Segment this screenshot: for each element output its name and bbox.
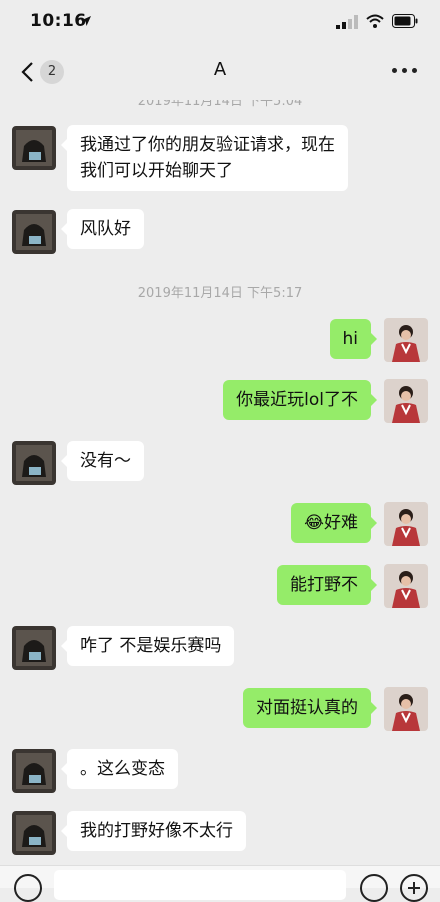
battery-icon	[392, 14, 418, 28]
received-message[interactable]: 风队好	[61, 209, 144, 249]
contact-avatar[interactable]	[12, 749, 56, 793]
received-message[interactable]: 我的打野好像不太行	[61, 811, 246, 851]
wifi-icon	[366, 14, 384, 28]
sent-message[interactable]: 对面挺认真的	[243, 688, 377, 728]
input-bar	[0, 865, 440, 902]
received-message[interactable]: 我通过了你的朋友验证请求，现在 我们可以开始聊天了	[61, 125, 348, 191]
user-avatar[interactable]	[384, 502, 428, 546]
user-avatar[interactable]	[384, 687, 428, 731]
signal-icon	[336, 15, 358, 29]
contact-avatar[interactable]	[12, 811, 56, 855]
chat-title: A	[213, 59, 227, 80]
received-message[interactable]: 没有～	[61, 441, 144, 481]
message-input[interactable]	[54, 870, 346, 900]
timestamp: 2019年11月14日 下午5:04	[137, 100, 303, 109]
plus-icon[interactable]	[400, 874, 428, 902]
user-avatar[interactable]	[384, 564, 428, 608]
sent-message[interactable]: hi	[329, 319, 377, 359]
contact-avatar[interactable]	[12, 126, 56, 170]
message-list[interactable]: 2019年11月14日 下午5:04 我通过了你的朋友验证请求，现在 我们可以开…	[0, 100, 440, 865]
status-bar: 10:16	[0, 0, 440, 44]
location-arrow-icon	[81, 16, 91, 26]
received-message[interactable]: 咋了 不是娱乐赛吗	[60, 626, 235, 666]
voice-icon[interactable]	[14, 874, 42, 902]
contact-avatar[interactable]	[12, 441, 56, 485]
more-icon	[392, 68, 397, 73]
status-time: 10:16	[30, 11, 87, 31]
laughing-emoji: 😂	[304, 513, 324, 533]
timestamp: 2019年11月14日 下午5:17	[137, 286, 303, 301]
sent-message[interactable]: 😂好难	[291, 503, 377, 543]
user-avatar[interactable]	[384, 318, 428, 362]
more-options-button[interactable]	[392, 60, 418, 80]
chat-nav-bar: 2 A	[0, 44, 440, 100]
sent-message[interactable]: 能打野不	[277, 565, 377, 605]
user-avatar[interactable]	[384, 379, 428, 423]
contact-avatar[interactable]	[12, 210, 56, 254]
received-message[interactable]: 。这么变态	[61, 749, 178, 789]
emoji-icon[interactable]	[360, 874, 388, 902]
sent-message[interactable]: 你最近玩lol了不	[223, 380, 377, 420]
contact-avatar[interactable]	[12, 626, 56, 670]
